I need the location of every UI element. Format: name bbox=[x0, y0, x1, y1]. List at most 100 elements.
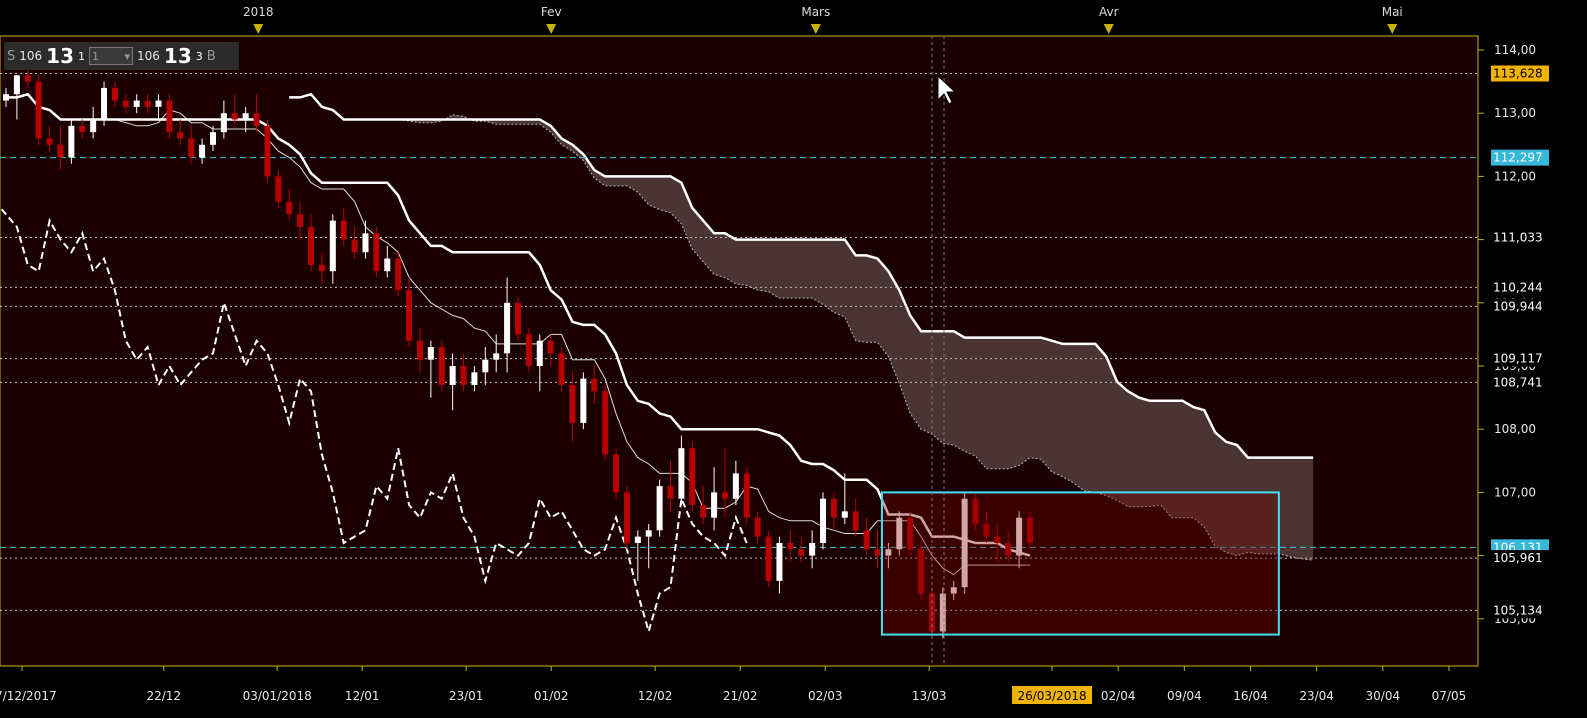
highlight-rectangle[interactable] bbox=[880, 491, 1280, 636]
candle-body bbox=[373, 233, 380, 272]
candle-body bbox=[493, 353, 500, 360]
candle-body bbox=[111, 87, 118, 101]
date-tick-label: 12/01 bbox=[345, 689, 380, 703]
candle-body bbox=[482, 359, 489, 373]
candle-body bbox=[13, 75, 20, 95]
price-tick-label: 112,00 bbox=[1494, 169, 1536, 183]
candle-body bbox=[24, 75, 31, 82]
candle-body bbox=[602, 391, 609, 455]
date-tick-label: 16/04 bbox=[1233, 689, 1268, 703]
date-tick-label: 30/04 bbox=[1366, 689, 1401, 703]
candle-body bbox=[820, 498, 827, 543]
candle-body bbox=[427, 347, 434, 360]
price-level-label: 112,297 bbox=[1493, 151, 1543, 165]
price-level-label: 105,961 bbox=[1493, 551, 1543, 565]
price-level-label: 105,134 bbox=[1493, 603, 1543, 617]
candle-body bbox=[155, 100, 162, 107]
price-tick-label: 114,00 bbox=[1494, 43, 1536, 57]
buy-label[interactable]: B bbox=[207, 49, 216, 64]
buy-price-frac: 3 bbox=[195, 49, 203, 63]
candle-body bbox=[308, 226, 315, 265]
price-tick-label: 108,00 bbox=[1494, 422, 1536, 436]
date-tick-label: 23/01 bbox=[449, 689, 484, 703]
candle-body bbox=[35, 81, 42, 139]
candle-body bbox=[362, 233, 369, 253]
candle-body bbox=[525, 334, 532, 366]
candle-body bbox=[667, 486, 674, 499]
price-level-label: 109,117 bbox=[1493, 352, 1543, 366]
sell-price-frac: 1 bbox=[78, 49, 86, 63]
candle-body bbox=[166, 100, 173, 133]
date-tick-label: 07/05 bbox=[1432, 689, 1467, 703]
date-tick-label: 13/03 bbox=[912, 689, 947, 703]
candle-body bbox=[90, 119, 97, 133]
sell-handle: 106 bbox=[19, 49, 43, 63]
date-tick-label: 22/12 bbox=[146, 689, 181, 703]
candle-body bbox=[406, 290, 413, 341]
date-tick-label: 23/04 bbox=[1299, 689, 1334, 703]
date-tick-label: 21/02 bbox=[723, 689, 758, 703]
sell-price-big[interactable]: 13 bbox=[46, 44, 74, 68]
candle-body bbox=[765, 536, 772, 581]
candle-body bbox=[547, 340, 554, 354]
candle-body bbox=[57, 144, 64, 158]
date-tick-label: 02/04 bbox=[1101, 689, 1136, 703]
candle-body bbox=[416, 340, 423, 360]
candle-body bbox=[199, 144, 206, 158]
date-tick-label: 09/04 bbox=[1167, 689, 1202, 703]
candle-body bbox=[732, 473, 739, 499]
quantity-dropdown-icon[interactable]: ▾ bbox=[124, 50, 130, 63]
candle-body bbox=[318, 264, 325, 272]
candle-body bbox=[286, 201, 293, 215]
month-label: Fev bbox=[541, 5, 562, 19]
candle-body bbox=[3, 94, 9, 101]
candle-body bbox=[329, 220, 336, 272]
candle-body bbox=[395, 258, 402, 291]
candle-body bbox=[220, 113, 227, 133]
candle-body bbox=[721, 492, 728, 499]
candle-body bbox=[101, 87, 108, 120]
candle-body bbox=[471, 372, 478, 385]
candle-body bbox=[634, 536, 641, 543]
candle-body bbox=[253, 113, 260, 126]
candle-body bbox=[68, 125, 75, 158]
candle-body bbox=[874, 549, 881, 556]
month-label: Avr bbox=[1099, 5, 1119, 19]
price-tick-label: 107,00 bbox=[1494, 485, 1536, 499]
candle-body bbox=[504, 302, 511, 354]
buy-price-big[interactable]: 13 bbox=[164, 44, 192, 68]
candle-body bbox=[264, 125, 271, 177]
candle-body bbox=[144, 100, 151, 107]
candle-body bbox=[591, 378, 598, 392]
candle-body bbox=[754, 517, 761, 537]
candle-body bbox=[438, 347, 445, 385]
sell-label[interactable]: S bbox=[7, 49, 15, 64]
month-label: Mars bbox=[801, 5, 830, 19]
candle-body bbox=[711, 492, 718, 518]
date-tick-label: 03/01/2018 bbox=[243, 689, 312, 703]
price-level-label: 109,944 bbox=[1493, 299, 1543, 313]
candle-body bbox=[841, 511, 848, 518]
candle-body bbox=[297, 214, 304, 227]
candle-body bbox=[580, 378, 587, 423]
candle-body bbox=[340, 220, 347, 240]
candle-body bbox=[852, 511, 859, 531]
price-level-label: 110,244 bbox=[1493, 280, 1543, 294]
candle-body bbox=[384, 258, 391, 272]
candle-body bbox=[613, 454, 620, 493]
candle-body bbox=[569, 384, 576, 423]
candle-body bbox=[798, 549, 805, 556]
candle-body bbox=[700, 505, 707, 518]
quantity-value: 1 bbox=[92, 49, 100, 63]
annotation-box[interactable] bbox=[880, 491, 1280, 636]
quantity-input[interactable]: 1 ▾ bbox=[89, 47, 134, 65]
price-level-label: 111,033 bbox=[1493, 231, 1543, 245]
candle-body bbox=[787, 542, 794, 550]
quote-widget: S 106 13 1 1 ▾ 106 13 3 B bbox=[4, 42, 239, 70]
candle-body bbox=[809, 542, 816, 556]
ichimoku-chart[interactable]: 2018 Fev Mars Avr Mai 114,00 113,00 112,00 111,… bbox=[0, 0, 1587, 718]
candle-body bbox=[460, 366, 467, 385]
candle-body bbox=[231, 113, 238, 120]
candle-body bbox=[449, 366, 456, 385]
candle-body bbox=[46, 138, 53, 145]
